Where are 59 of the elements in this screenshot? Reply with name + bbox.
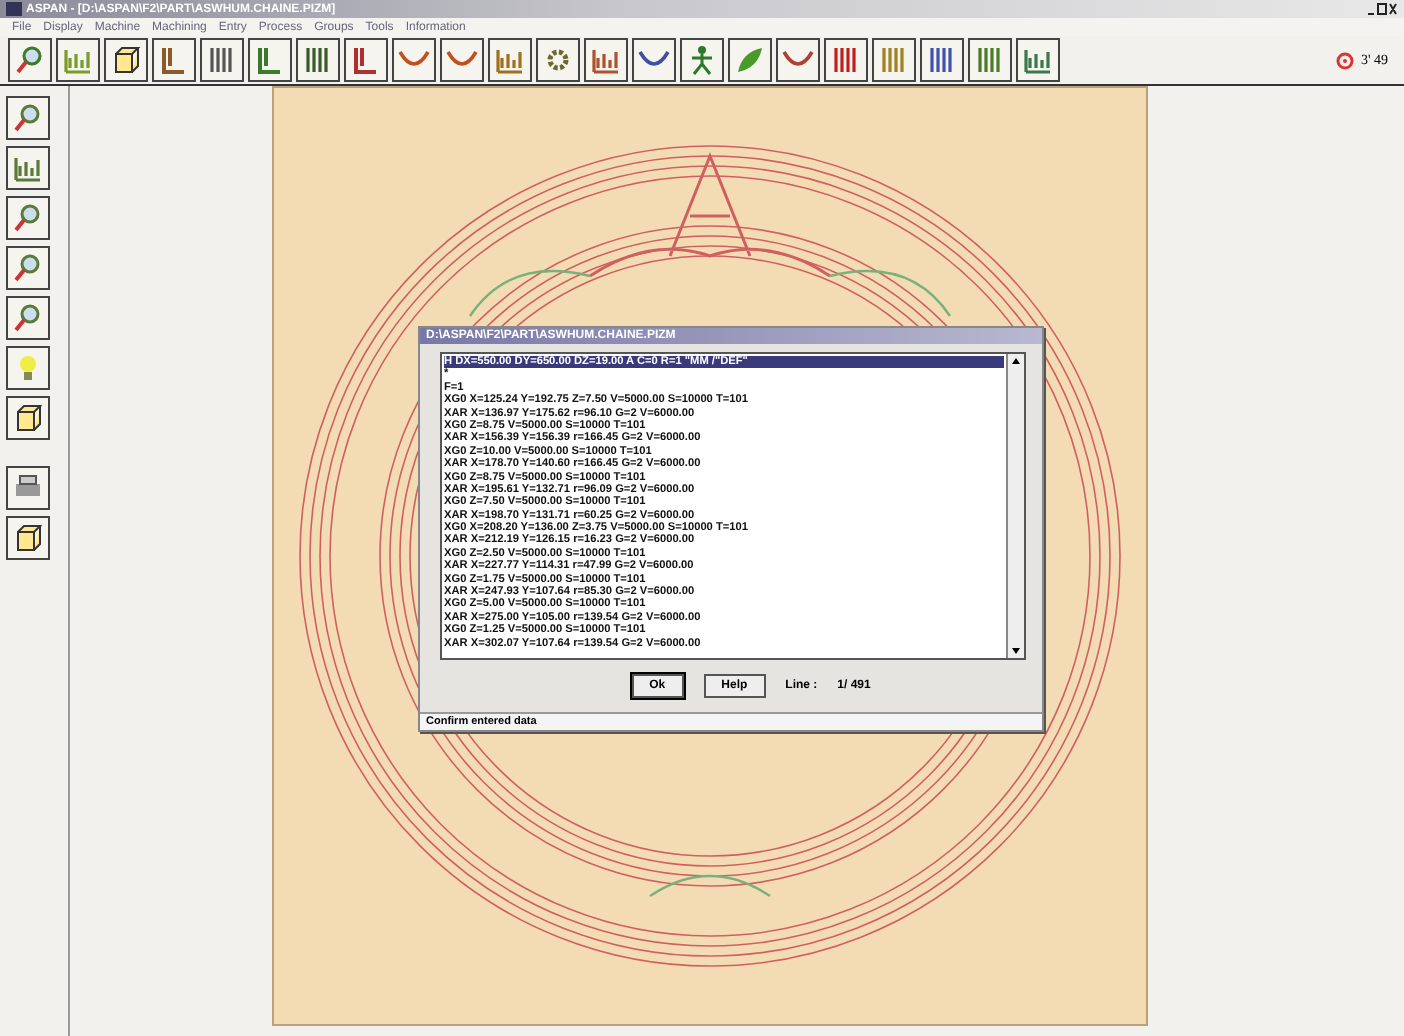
toolbar-button[interactable] (776, 38, 820, 82)
magnifier-icon (12, 102, 44, 134)
bars-icon (974, 44, 1006, 76)
toolbar-button[interactable] (6, 346, 50, 390)
toolbar-button[interactable] (6, 516, 50, 560)
chart-icon (12, 152, 44, 184)
toolbar-button[interactable] (248, 38, 292, 82)
scroll-down-icon[interactable] (1008, 642, 1024, 658)
window-controls-icon[interactable] (1366, 2, 1398, 16)
chart-icon (62, 44, 94, 76)
bars-icon (206, 44, 238, 76)
bars-icon (878, 44, 910, 76)
magnifier-icon (12, 302, 44, 334)
toolbar-button[interactable] (6, 396, 50, 440)
toolbar-button[interactable] (584, 38, 628, 82)
toolbar-button[interactable] (968, 38, 1012, 82)
bars-icon (926, 44, 958, 76)
gear-icon (542, 44, 574, 76)
toolbar-button[interactable] (392, 38, 436, 82)
toolbar-button[interactable] (680, 38, 724, 82)
toolbar-button[interactable] (152, 38, 196, 82)
bars-icon (302, 44, 334, 76)
scroll-up-icon[interactable] (1008, 354, 1024, 370)
chart-icon (494, 44, 526, 76)
toolbar-button[interactable] (440, 38, 484, 82)
magnifier-icon (12, 202, 44, 234)
toolbar-button[interactable] (6, 146, 50, 190)
toolbar-button[interactable] (6, 246, 50, 290)
cube-icon (12, 402, 44, 434)
target-icon (1336, 51, 1355, 69)
cube-icon (12, 522, 44, 554)
bars-icon (830, 44, 862, 76)
toolbar-button[interactable] (8, 38, 52, 82)
cube-icon (110, 44, 142, 76)
toolbar-button[interactable] (6, 466, 50, 510)
magnifier-icon (12, 252, 44, 284)
magnifier-icon (14, 44, 46, 76)
toolbar-button[interactable] (6, 296, 50, 340)
leaf-icon (734, 44, 766, 76)
toolbar-button[interactable] (6, 196, 50, 240)
toolbar-button[interactable] (296, 38, 340, 82)
figure-icon (686, 44, 718, 76)
toolbar-button[interactable] (488, 38, 532, 82)
chart-icon (1022, 44, 1054, 76)
toolbar-button[interactable] (56, 38, 100, 82)
toolbar-button[interactable] (104, 38, 148, 82)
toolbar-button[interactable] (920, 38, 964, 82)
toolbar-button[interactable] (728, 38, 772, 82)
scrollbar[interactable] (1006, 354, 1024, 658)
toolbar-button[interactable] (824, 38, 868, 82)
toolbar-button[interactable] (200, 38, 244, 82)
toolbar-button[interactable] (632, 38, 676, 82)
toolbar-button[interactable] (872, 38, 916, 82)
toolbar-button[interactable] (1016, 38, 1060, 82)
chart-icon (590, 44, 622, 76)
app-icon (6, 2, 22, 16)
toolbar-button[interactable] (344, 38, 388, 82)
toolbar-button[interactable] (536, 38, 580, 82)
toolbar-button[interactable] (6, 96, 50, 140)
